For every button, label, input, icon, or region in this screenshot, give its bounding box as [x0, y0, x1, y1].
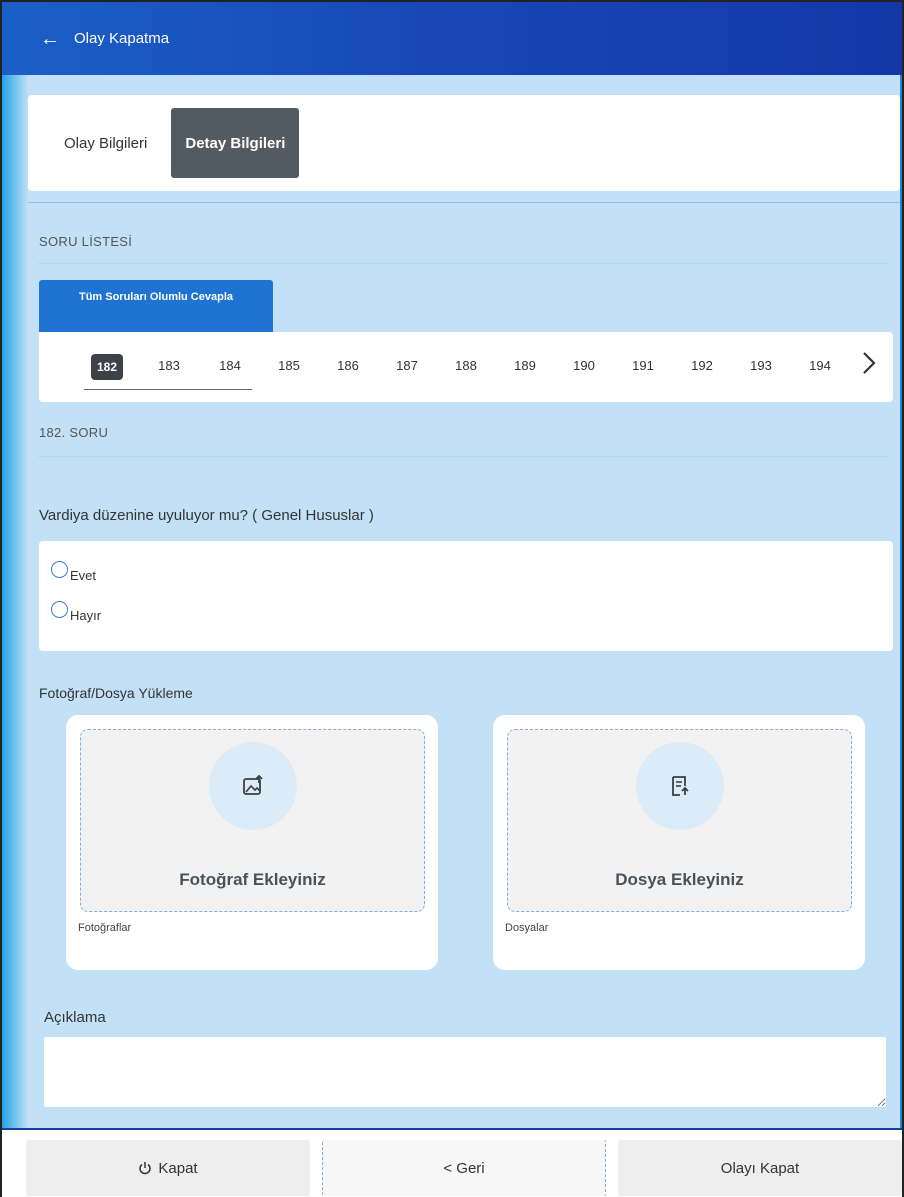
back-button[interactable]: < Geri — [322, 1140, 606, 1196]
file-upload-card: Dosya Ekleyiniz Dosyalar — [493, 715, 865, 970]
question-number-192[interactable]: 192 — [682, 358, 722, 373]
question-text: Vardiya düzenine uyuluyor mu? ( Genel Hu… — [39, 507, 374, 524]
question-number-190[interactable]: 190 — [564, 358, 604, 373]
question-number-182[interactable]: 182 — [91, 354, 123, 380]
option-hayir[interactable]: Hayır — [51, 601, 101, 623]
footer-bar: Kapat < Geri Olayı Kapat — [2, 1128, 902, 1197]
tab-olay-bilgileri[interactable]: Olay Bilgileri — [52, 135, 159, 152]
question-number-189[interactable]: 189 — [505, 358, 545, 373]
question-list-label: SORU LİSTESİ — [39, 234, 133, 249]
close-button[interactable]: Kapat — [26, 1140, 310, 1196]
option-label: Hayır — [70, 608, 102, 623]
tab-bar: Olay Bilgileri Detay Bilgileri — [28, 95, 900, 191]
divider — [28, 202, 900, 203]
question-number-184[interactable]: 184 — [210, 358, 250, 373]
arrow-left-icon[interactable]: ← — [40, 29, 60, 49]
answer-all-positive-button[interactable]: Tüm Soruları Olumlu Cevapla — [39, 280, 273, 332]
upload-label: Fotoğraf/Dosya Yükleme — [39, 685, 193, 701]
document-upload-icon — [636, 742, 724, 830]
radio-button[interactable] — [51, 601, 68, 618]
photo-upload-card: Fotoğraf Ekleyiniz Fotoğraflar — [66, 715, 438, 970]
page-title: Olay Kapatma — [74, 30, 170, 47]
description-label: Açıklama — [44, 1009, 106, 1026]
question-number-186[interactable]: 186 — [328, 358, 368, 373]
app-header: ← Olay Kapatma — [2, 2, 902, 75]
question-heading: 182. SORU — [39, 425, 109, 440]
file-dropzone[interactable]: Dosya Ekleyiniz — [507, 729, 852, 912]
question-number-191[interactable]: 191 — [623, 358, 663, 373]
question-number-183[interactable]: 183 — [149, 358, 189, 373]
files-caption: Dosyalar — [505, 922, 549, 934]
photos-caption: Fotoğraflar — [78, 922, 132, 934]
option-evet[interactable]: Evet — [51, 561, 96, 583]
tab-detay-bilgileri[interactable]: Detay Bilgileri — [171, 108, 300, 178]
description-field[interactable] — [44, 1037, 886, 1107]
question-number-188[interactable]: 188 — [446, 358, 486, 373]
question-number-193[interactable]: 193 — [741, 358, 781, 373]
add-photo-title: Fotoğraf Ekleyiniz — [179, 870, 326, 889]
content-area: Olay Bilgileri Detay Bilgileri SORU LİST… — [28, 75, 900, 1128]
option-label: Evet — [70, 568, 97, 583]
question-number-187[interactable]: 187 — [387, 358, 427, 373]
power-icon — [138, 1161, 152, 1175]
answer-options: Evet Hayır — [39, 541, 893, 651]
divider — [38, 456, 888, 457]
photo-dropzone[interactable]: Fotoğraf Ekleyiniz — [80, 729, 425, 912]
close-event-button[interactable]: Olayı Kapat — [618, 1140, 902, 1196]
question-number-194[interactable]: 194 — [800, 358, 840, 373]
content-panel: Olay Bilgileri Detay Bilgileri SORU LİST… — [2, 75, 902, 1128]
selected-page-underline — [84, 389, 252, 390]
question-pager: 182 183 184 185 186 187 188 189 190 191 … — [39, 332, 893, 402]
close-button-label: Kapat — [158, 1159, 198, 1177]
radio-button[interactable] — [51, 561, 68, 578]
add-file-title: Dosya Ekleyiniz — [615, 870, 744, 889]
divider — [38, 263, 888, 264]
question-number-185[interactable]: 185 — [269, 358, 309, 373]
chevron-right-icon[interactable] — [861, 350, 877, 383]
image-upload-icon — [209, 742, 297, 830]
